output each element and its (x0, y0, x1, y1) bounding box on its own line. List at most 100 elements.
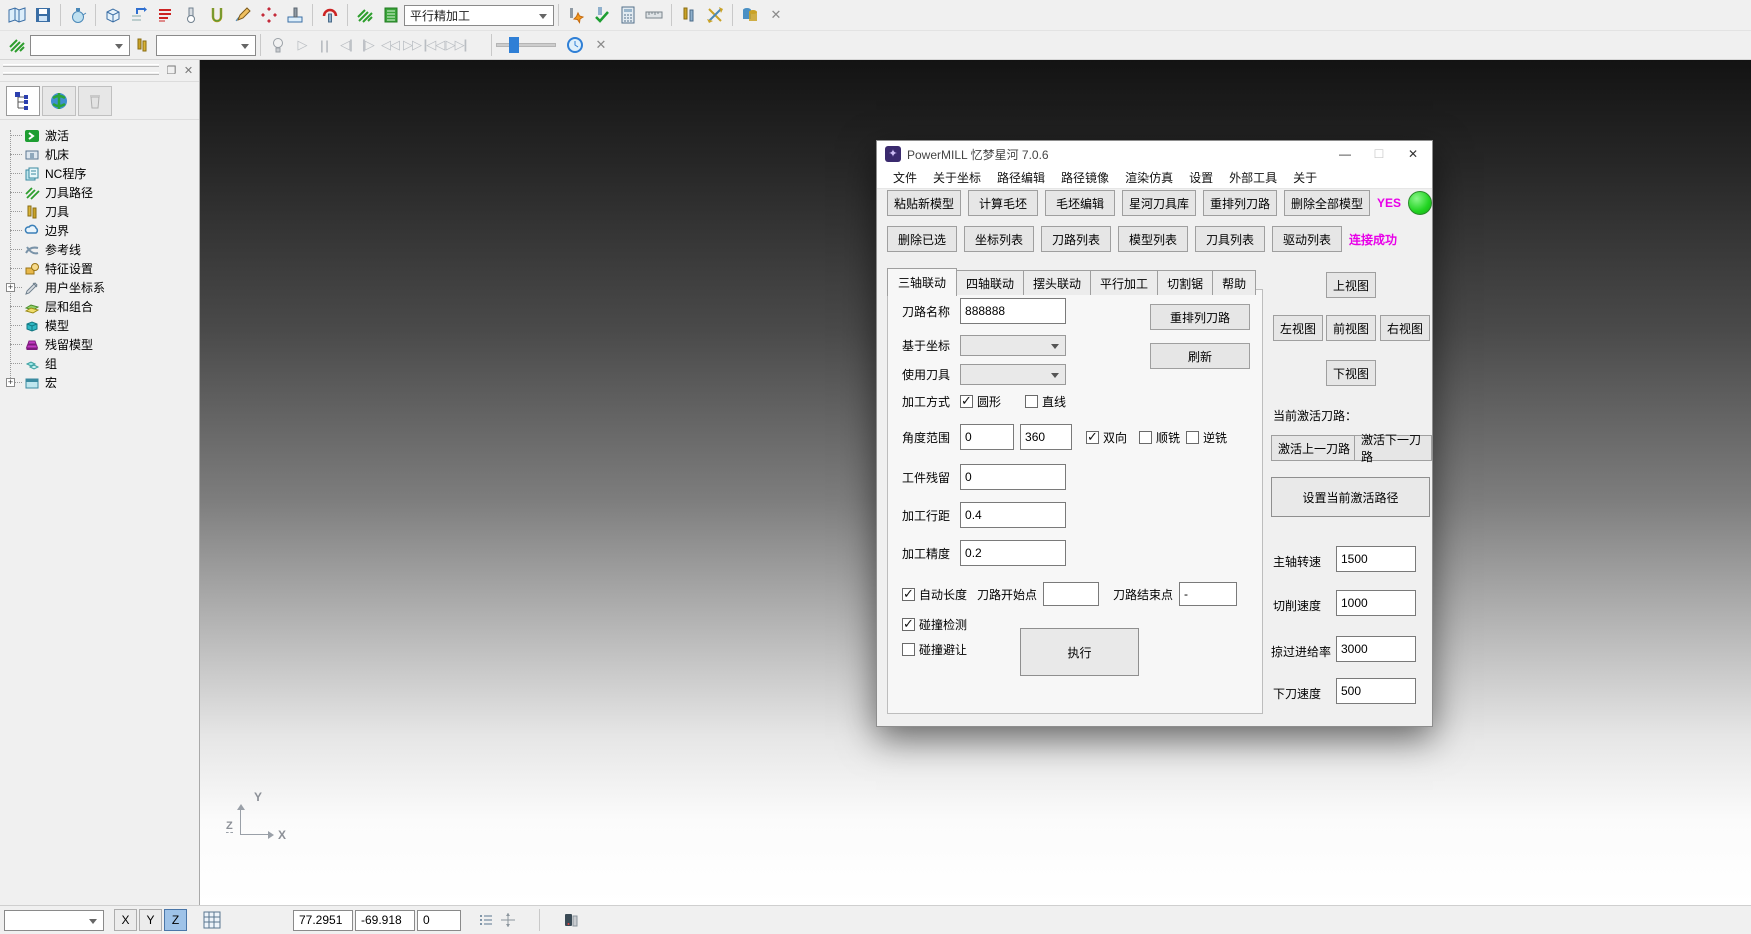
strategy-list-icon[interactable] (378, 2, 404, 28)
grid-icon[interactable] (201, 909, 223, 931)
tab-explorer-tree[interactable] (6, 86, 40, 116)
stock-remain-input[interactable]: 0 (960, 464, 1066, 490)
stock-levels-icon[interactable] (152, 2, 178, 28)
auto-length-checkbox[interactable]: 自动长度 (902, 586, 967, 603)
climb-checkbox[interactable]: 顺铣 (1139, 429, 1180, 446)
tool-holder-icon[interactable] (317, 2, 343, 28)
top-view-button[interactable]: 上视图 (1326, 272, 1376, 298)
set-active-path-button[interactable]: 设置当前激活路径 (1271, 477, 1430, 517)
tab-recycle-bin[interactable] (78, 86, 112, 116)
tab-help[interactable]: 帮助 (1212, 270, 1256, 295)
menu-about[interactable]: 关于 (1285, 169, 1325, 186)
coord-y-value[interactable]: -69.918 (355, 910, 415, 931)
tree-item-tools[interactable]: 刀具 (0, 202, 199, 221)
tab-saw[interactable]: 切割锯 (1157, 270, 1213, 295)
circle-checkbox[interactable]: 圆形 (960, 393, 1001, 410)
menu-external-tools[interactable]: 外部工具 (1221, 169, 1285, 186)
activate-next-button[interactable]: 激活下一刀路 (1354, 435, 1432, 461)
clock-icon[interactable] (562, 32, 588, 58)
coord-x-value[interactable]: 77.2951 (293, 910, 353, 931)
boundary-u-icon[interactable] (204, 2, 230, 28)
tool-library-button[interactable]: 星河刀具库 (1122, 190, 1196, 216)
tree-item-feature-sets[interactable]: 特征设置 (0, 259, 199, 278)
verify-check-icon[interactable] (589, 2, 615, 28)
speed-slider[interactable] (496, 43, 556, 47)
menu-path-mirror[interactable]: 路径镜像 (1053, 169, 1117, 186)
dock-icon[interactable]: ❐ (164, 63, 179, 78)
toolpath-name-input[interactable]: 888888 (960, 298, 1066, 324)
ruler-icon[interactable] (641, 2, 667, 28)
compare-cylinders-icon[interactable] (737, 2, 763, 28)
tool-pair-icon[interactable] (676, 2, 702, 28)
points-diamonds-icon[interactable] (256, 2, 282, 28)
teapot-icon[interactable] (65, 2, 91, 28)
spindle-speed-input[interactable]: 1500 (1336, 546, 1416, 572)
refresh-button[interactable]: 刷新 (1150, 343, 1250, 369)
bidirectional-checkbox[interactable]: 双向 (1086, 429, 1127, 446)
toolpath-spring-icon[interactable] (352, 2, 378, 28)
sim-toolbar-close-icon[interactable]: ✕ (588, 32, 614, 58)
conventional-checkbox[interactable]: 逆铣 (1186, 429, 1227, 446)
toolbar-close-icon[interactable]: ✕ (763, 2, 789, 28)
tab-swivel-head[interactable]: 摆头联动 (1023, 270, 1091, 295)
tree-item-stock-models[interactable]: 残留模型 (0, 335, 199, 354)
menu-render-sim[interactable]: 渲染仿真 (1117, 169, 1181, 186)
stock-edit-button[interactable]: 毛坯编辑 (1045, 190, 1115, 216)
calc-stock-button[interactable]: 计算毛坯 (968, 190, 1038, 216)
step-forward-icon[interactable]: |▷ (357, 34, 379, 56)
speed-slider-handle[interactable] (509, 37, 519, 53)
angle-to-input[interactable]: 360 (1020, 424, 1072, 450)
tree-item-workplanes[interactable]: +用户坐标系 (0, 278, 199, 297)
tab-web-globe[interactable] (42, 86, 76, 116)
tree-item-activate[interactable]: 激活 (0, 126, 199, 145)
end-point-input[interactable]: - (1179, 582, 1237, 606)
sim-toolpath-spring-icon[interactable] (4, 32, 30, 58)
menu-file[interactable]: 文件 (885, 169, 925, 186)
strategy-preset-dropdown[interactable]: 平行精加工 (404, 5, 554, 26)
tree-item-groups[interactable]: 组 (0, 354, 199, 373)
tab-3axis[interactable]: 三轴联动 (887, 268, 957, 296)
maximize-button[interactable]: ☐ (1362, 141, 1396, 167)
rewind-icon[interactable]: ◁◁ (379, 34, 401, 56)
expand-icon[interactable]: + (6, 378, 15, 387)
axis-z-button[interactable]: Z (164, 909, 187, 931)
cursor-move-icon[interactable] (497, 909, 519, 931)
fast-forward-icon[interactable]: ▷▷ (401, 34, 423, 56)
pause-icon[interactable]: | | (313, 34, 335, 56)
tolerance-input[interactable]: 0.2 (960, 540, 1066, 566)
reorder-toolpath-button[interactable]: 重排列刀路 (1203, 190, 1277, 216)
angle-from-input[interactable]: 0 (960, 424, 1014, 450)
step-back-icon[interactable]: ◁| (335, 34, 357, 56)
block-icon[interactable] (100, 2, 126, 28)
panel-reorder-button[interactable]: 重排列刀路 (1150, 304, 1250, 330)
tree-item-boundaries[interactable]: 边界 (0, 221, 199, 240)
lightbulb-icon[interactable] (265, 32, 291, 58)
panel-close-icon[interactable]: ✕ (181, 63, 196, 78)
use-tool-dropdown[interactable] (960, 364, 1066, 385)
save-icon[interactable] (30, 2, 56, 28)
delete-all-models-button[interactable]: 删除全部模型 (1284, 190, 1370, 216)
menu-about-coords[interactable]: 关于坐标 (925, 169, 989, 186)
line-checkbox[interactable]: 直线 (1025, 393, 1066, 410)
simulate-fire-icon[interactable] (563, 2, 589, 28)
start-point-input[interactable] (1043, 582, 1099, 606)
tree-item-machine[interactable]: 机床 (0, 145, 199, 164)
tree-item-nc-program[interactable]: NC程序 (0, 164, 199, 183)
model-list-button[interactable]: 模型列表 (1118, 226, 1188, 252)
drive-list-button[interactable]: 驱动列表 (1272, 226, 1342, 252)
bottom-view-button[interactable]: 下视图 (1326, 360, 1376, 386)
pager-icon[interactable] (560, 909, 582, 931)
minimize-button[interactable]: — (1328, 141, 1362, 167)
open-file-icon[interactable] (4, 2, 30, 28)
skim-feed-input[interactable]: 3000 (1336, 636, 1416, 662)
list-options-icon[interactable] (475, 909, 497, 931)
cutting-speed-input[interactable]: 1000 (1336, 590, 1416, 616)
right-view-button[interactable]: 右视图 (1380, 315, 1430, 341)
expand-icon[interactable]: + (6, 283, 15, 292)
drill-block-icon[interactable] (282, 2, 308, 28)
go-start-icon[interactable]: |◁◁ (423, 34, 445, 56)
calculator-icon[interactable] (615, 2, 641, 28)
status-dropdown[interactable] (4, 910, 104, 931)
delete-selected-button[interactable]: 删除已选 (887, 226, 957, 252)
tree-item-toolpaths[interactable]: 刀具路径 (0, 183, 199, 202)
